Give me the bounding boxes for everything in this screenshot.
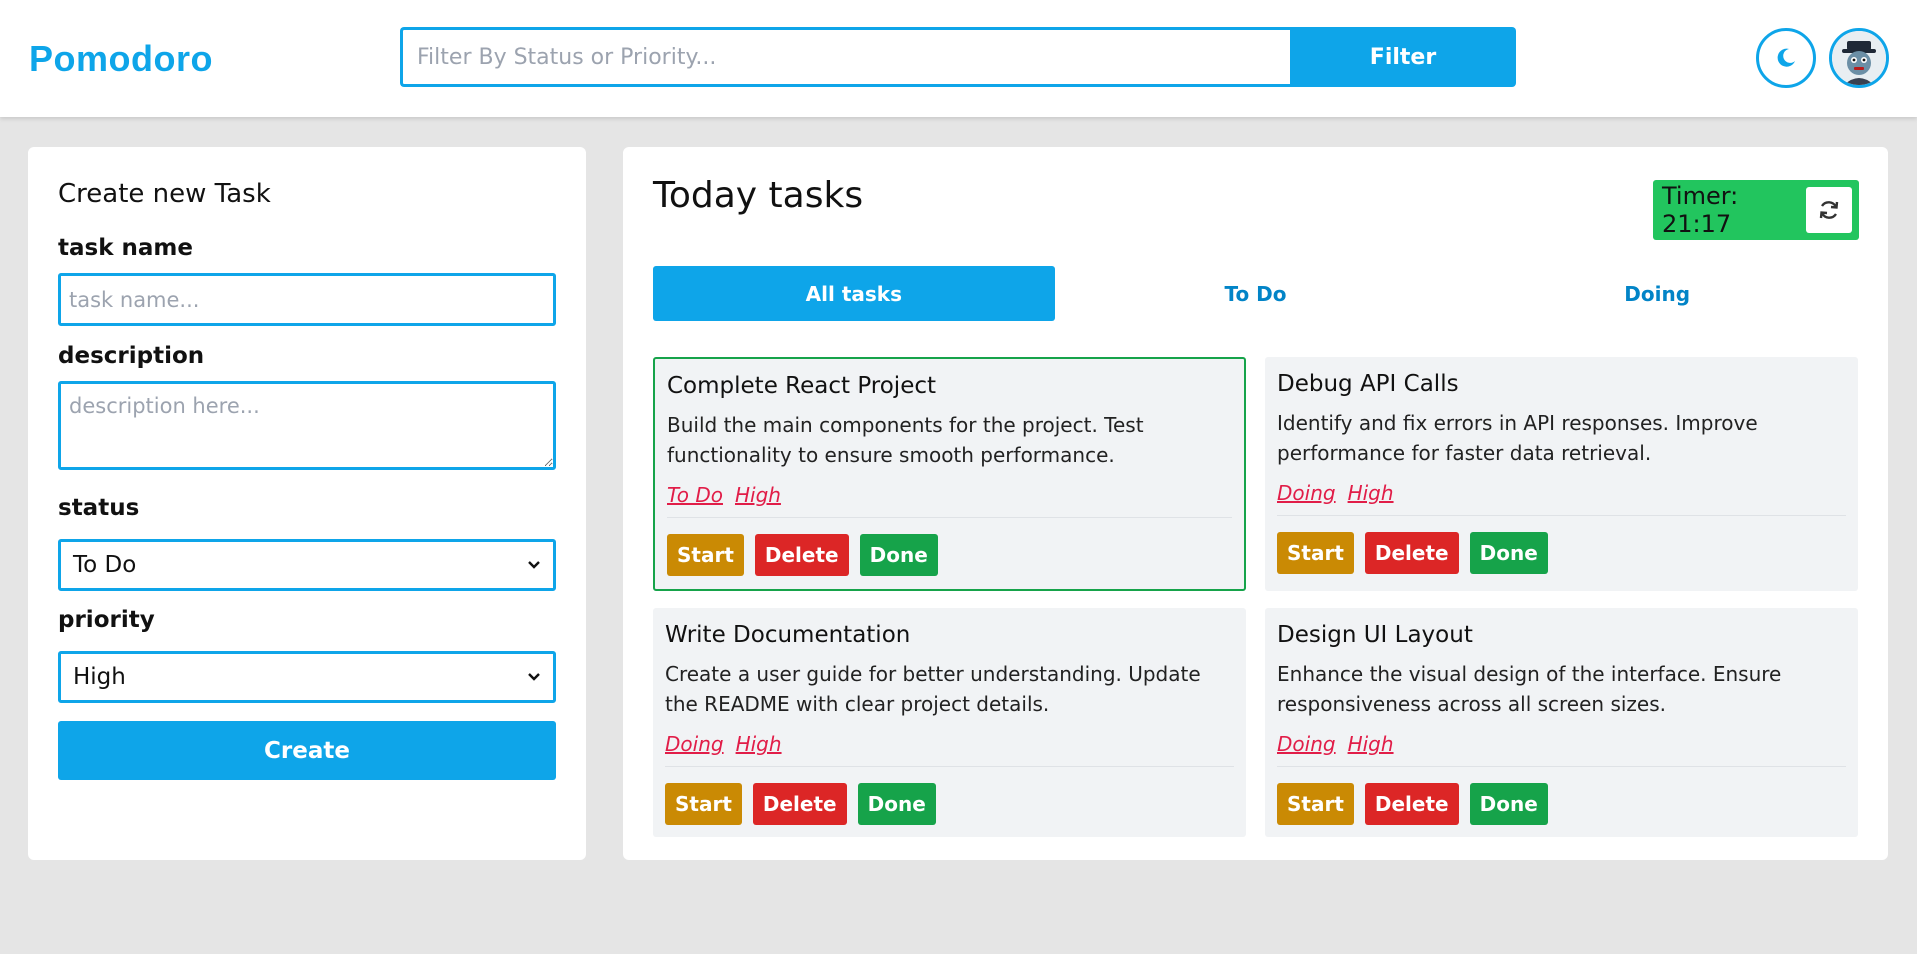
delete-button[interactable]: Delete	[754, 534, 849, 576]
start-button[interactable]: Start	[667, 534, 744, 576]
priority-tag[interactable]: High	[1348, 732, 1394, 756]
task-card[interactable]: Write Documentation Create a user guide …	[653, 608, 1246, 837]
today-tasks-panel: Today tasks Timer: 21:17 All tasks To Do…	[623, 147, 1888, 860]
task-actions: Start Delete Done	[667, 534, 938, 576]
status-select[interactable]: To Do	[58, 539, 556, 591]
status-tag[interactable]: To Do	[667, 483, 723, 507]
avatar-icon	[1832, 31, 1886, 85]
task-name-label: task name	[58, 235, 193, 261]
start-button[interactable]: Start	[1277, 783, 1354, 825]
card-divider	[1277, 515, 1846, 516]
card-divider	[665, 766, 1234, 767]
start-button[interactable]: Start	[1277, 532, 1354, 574]
theme-toggle-button[interactable]	[1756, 28, 1816, 88]
avatar[interactable]	[1829, 28, 1889, 88]
chevron-down-icon	[528, 561, 540, 569]
tab-to-do[interactable]: To Do	[1055, 266, 1457, 321]
top-header: Pomodoro Filter	[0, 0, 1917, 117]
done-button[interactable]: Done	[857, 783, 936, 825]
tab-all-tasks[interactable]: All tasks	[653, 266, 1055, 321]
task-tabs: All tasks To Do Doing	[653, 266, 1858, 321]
card-divider	[1277, 766, 1846, 767]
task-actions: Start Delete Done	[1277, 532, 1548, 574]
task-actions: Start Delete Done	[1277, 783, 1548, 825]
done-button[interactable]: Done	[1469, 783, 1548, 825]
status-tag[interactable]: Doing	[1277, 481, 1336, 505]
task-actions: Start Delete Done	[665, 783, 936, 825]
create-task-title: Create new Task	[58, 179, 271, 209]
task-title: Debug API Calls	[1277, 371, 1459, 397]
priority-select[interactable]: High	[58, 651, 556, 703]
create-button[interactable]: Create	[58, 721, 556, 780]
status-tag[interactable]: Doing	[1277, 732, 1336, 756]
task-description: Build the main components for the projec…	[667, 413, 1144, 467]
task-description: Create a user guide for better understan…	[665, 662, 1201, 716]
moon-icon	[1777, 48, 1795, 67]
timer-display: Timer: 21:17	[1653, 180, 1859, 240]
card-divider	[667, 517, 1232, 518]
tab-doing[interactable]: Doing	[1456, 266, 1858, 321]
priority-tag[interactable]: High	[736, 732, 782, 756]
task-tags: Doing High	[1277, 481, 1406, 505]
done-button[interactable]: Done	[1469, 532, 1548, 574]
task-tags: Doing High	[665, 732, 794, 756]
description-input[interactable]	[58, 381, 556, 470]
task-title: Write Documentation	[665, 622, 911, 648]
delete-button[interactable]: Delete	[752, 783, 847, 825]
priority-tag[interactable]: High	[1348, 481, 1394, 505]
status-label: status	[58, 495, 140, 521]
done-button[interactable]: Done	[859, 534, 938, 576]
priority-tag[interactable]: High	[735, 483, 781, 507]
filter-button[interactable]: Filter	[1290, 27, 1516, 87]
task-tags: To Do High	[667, 483, 793, 507]
chevron-down-icon	[528, 673, 540, 681]
timer-text: Timer: 21:17	[1662, 182, 1739, 238]
start-button[interactable]: Start	[665, 783, 742, 825]
create-task-panel: Create new Task task name description st…	[28, 147, 586, 860]
task-tags: Doing High	[1277, 732, 1406, 756]
status-select-value: To Do	[73, 552, 137, 578]
task-card[interactable]: Design UI Layout Enhance the visual desi…	[1265, 608, 1858, 837]
status-tag[interactable]: Doing	[665, 732, 724, 756]
task-card[interactable]: Complete React Project Build the main co…	[653, 357, 1246, 591]
app-logo[interactable]: Pomodoro	[29, 38, 213, 80]
delete-button[interactable]: Delete	[1364, 783, 1459, 825]
page-title: Today tasks	[653, 175, 864, 216]
task-name-input[interactable]	[58, 273, 556, 326]
task-description: Enhance the visual design of the interfa…	[1277, 662, 1782, 716]
task-title: Complete React Project	[667, 373, 937, 399]
priority-label: priority	[58, 607, 155, 633]
delete-button[interactable]: Delete	[1364, 532, 1459, 574]
filter-input[interactable]	[400, 27, 1290, 87]
priority-select-value: High	[73, 664, 126, 690]
reset-timer-button[interactable]	[1806, 187, 1852, 233]
refresh-icon	[1819, 201, 1839, 219]
task-title: Design UI Layout	[1277, 622, 1473, 648]
task-card[interactable]: Debug API Calls Identify and fix errors …	[1265, 357, 1858, 591]
filter-bar: Filter	[400, 27, 1516, 87]
description-label: description	[58, 343, 205, 369]
task-description: Identify and fix errors in API responses…	[1277, 411, 1758, 465]
